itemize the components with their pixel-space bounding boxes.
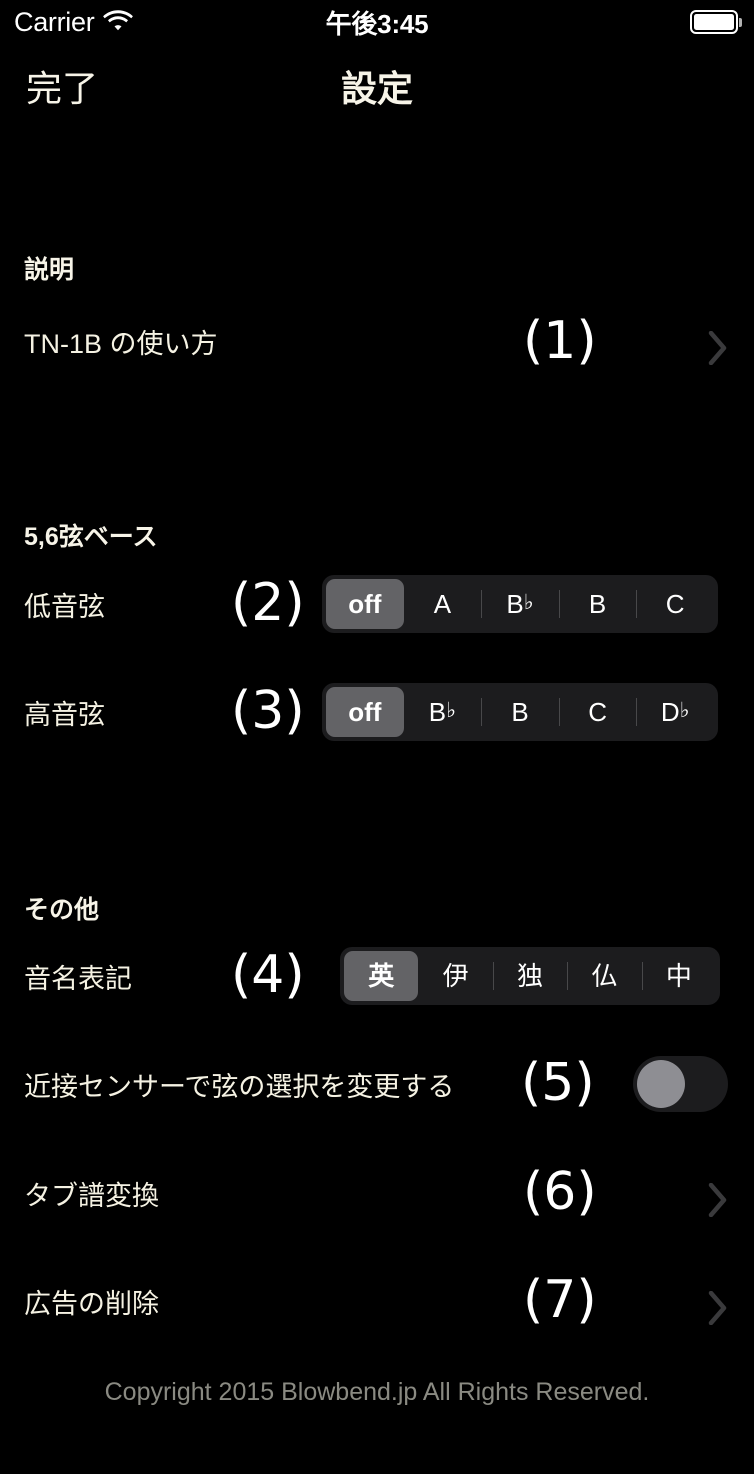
segment-separator (558, 590, 560, 618)
low-string-option-label: C (665, 589, 685, 619)
low-string-option-label: off (348, 589, 382, 619)
note-names-option-2[interactable]: 独 (492, 951, 567, 1001)
proximity-sensor-toggle[interactable] (633, 1056, 728, 1112)
row-howto[interactable]: TN-1B の使い方 (0, 305, 754, 377)
segmented-control-note-names[interactable]: 英伊独仏中 (340, 947, 720, 1005)
low-string-option-0[interactable]: off (326, 579, 404, 629)
low-string-option-label: B♭ (506, 589, 534, 619)
note-names-option-1[interactable]: 伊 (418, 951, 492, 1001)
high-string-option-4[interactable]: D♭ (636, 687, 714, 737)
segment-separator (641, 962, 643, 990)
high-string-option-3[interactable]: C (558, 687, 637, 737)
high-string-option-label: B♭ (428, 697, 457, 727)
segment-separator (481, 590, 483, 618)
high-string-option-label: off (348, 697, 382, 727)
status-bar: Carrier 午後3:45 (0, 0, 754, 44)
row-tab-convert-label: タブ譜変換 (24, 1180, 159, 1211)
high-string-option-label: B (511, 697, 529, 727)
section-header-other: その他 (24, 896, 100, 924)
note-names-option-label: 英 (368, 961, 395, 991)
high-string-option-2[interactable]: B (481, 687, 559, 737)
segment-separator (492, 962, 494, 990)
settings-screen: Carrier 午後3:45 完了 設定 説明 TN-1B の使い方 (1) 5… (0, 0, 754, 1474)
row-high-string-label: 高音弦 (24, 699, 105, 730)
low-string-option-2[interactable]: B♭ (481, 579, 559, 629)
low-string-option-4[interactable]: C (636, 579, 714, 629)
row-howto-label: TN-1B の使い方 (24, 328, 218, 359)
high-string-option-label: D♭ (660, 697, 690, 727)
note-names-option-4[interactable]: 中 (641, 951, 716, 1001)
low-string-option-3[interactable]: B (558, 579, 637, 629)
low-string-option-label: A (433, 589, 452, 619)
segmented-control-high-string[interactable]: off B♭ B C D♭ (322, 683, 718, 741)
row-tab-convert[interactable]: タブ譜変換 (0, 1157, 754, 1229)
high-string-option-1[interactable]: B♭ (404, 687, 482, 737)
chevron-right-icon (708, 1183, 728, 1217)
segment-separator (558, 698, 560, 726)
low-string-option-label: B (588, 589, 607, 619)
battery-full-icon (689, 10, 742, 34)
row-note-names: 音名表記 英 伊 独 仏 中 (0, 940, 754, 1012)
note-names-option-label: 伊 (442, 961, 469, 991)
section-header-bass-strings: 5,6弦ベース (24, 523, 158, 551)
note-names-option-label: 中 (665, 961, 692, 991)
low-string-option-1[interactable]: A (404, 579, 482, 629)
note-names-option-label: 独 (517, 961, 544, 991)
copyright-footer: Copyright 2015 Blowbend.jp All Rights Re… (104, 1378, 650, 1406)
segment-separator (481, 698, 483, 726)
segment-separator (567, 962, 569, 990)
row-high-string: 高音弦 off B♭ B C D♭ (0, 676, 754, 748)
segment-separator (636, 698, 638, 726)
row-proximity-sensor: 近接センサーで弦の選択を変更する (0, 1048, 754, 1120)
navigation-bar: 完了 設定 (0, 44, 754, 124)
page-title: 設定 (340, 68, 413, 109)
row-low-string-label: 低音弦 (24, 591, 105, 622)
status-bar-time: 午後3:45 (325, 8, 429, 39)
row-low-string: 低音弦 off A B♭ B C (0, 568, 754, 640)
note-names-option-3[interactable]: 仏 (567, 951, 641, 1001)
section-header-description: 説明 (24, 256, 75, 284)
toggle-knob (637, 1060, 685, 1108)
row-remove-ads[interactable]: 広告の削除 (0, 1265, 754, 1337)
chevron-right-icon (708, 1291, 728, 1325)
segment-separator (636, 590, 638, 618)
chevron-right-icon (708, 331, 728, 365)
note-names-option-0[interactable]: 英 (344, 951, 419, 1001)
row-proximity-sensor-label: 近接センサーで弦の選択を変更する (24, 1071, 455, 1102)
row-remove-ads-label: 広告の削除 (24, 1288, 159, 1319)
high-string-option-label: C (588, 697, 607, 727)
row-note-names-label: 音名表記 (24, 963, 132, 994)
note-names-option-label: 仏 (591, 961, 618, 991)
high-string-option-0[interactable]: off (326, 687, 404, 737)
segmented-control-low-string[interactable]: off A B♭ B C (322, 575, 718, 633)
